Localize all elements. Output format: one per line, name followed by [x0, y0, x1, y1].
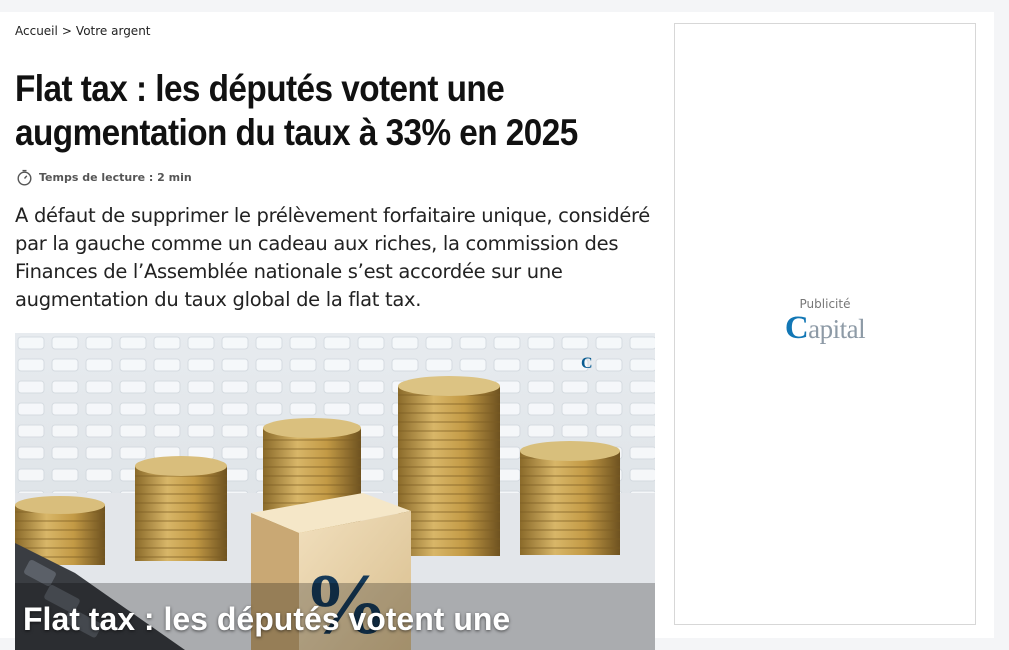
breadcrumb-separator: > — [61, 24, 72, 38]
reading-time-label: Temps de lecture : 2 min — [39, 171, 192, 184]
article-lead: A défaut de supprimer le prélèvement for… — [15, 204, 651, 311]
hero-caption: Flat tax : les députés votent une — [23, 601, 511, 637]
ad-slot[interactable]: Publicité Capital — [674, 23, 976, 625]
capital-logo-rest: apital — [808, 314, 866, 344]
article-hero-image: % C Flat tax : les députés votent une — [15, 333, 655, 650]
breadcrumb-section-link[interactable]: Votre argent — [76, 24, 151, 38]
stopwatch-icon — [16, 169, 33, 186]
capital-logo-initial: C — [784, 310, 809, 346]
capital-watermark-logo: C — [581, 355, 593, 372]
ad-label: Publicité — [799, 297, 851, 311]
capital-logo: Capital — [675, 310, 975, 347]
reading-time: Temps de lecture : 2 min — [16, 169, 192, 186]
breadcrumb-home-link[interactable]: Accueil — [15, 24, 58, 38]
breadcrumb: Accueil > Votre argent — [15, 24, 151, 38]
article-title: Flat tax : les députés votent une augmen… — [15, 68, 578, 153]
page: Accueil > Votre argent Flat tax : les dépu… — [0, 12, 994, 650]
